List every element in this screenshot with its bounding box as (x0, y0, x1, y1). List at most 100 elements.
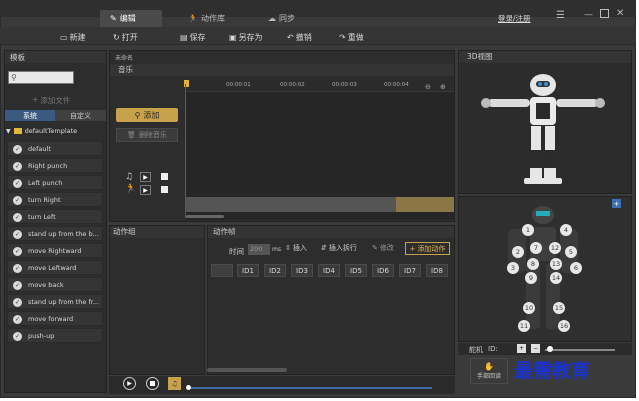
plus-icon: + (32, 95, 39, 104)
save-button[interactable]: ▤ 保存 (180, 31, 206, 43)
robot-3d-model[interactable] (478, 68, 608, 188)
plus-icon: + (409, 244, 416, 253)
insert-split-button[interactable]: ⇵ 插入拆行 (321, 243, 357, 253)
manual-readback-button[interactable]: ✋ 手部回读 (470, 358, 508, 384)
play-icon[interactable]: ▶ (123, 377, 136, 390)
modify-button[interactable]: ✎ 修改 (372, 243, 394, 253)
music-stop-icon[interactable] (161, 173, 168, 180)
progress-track[interactable] (188, 387, 432, 389)
save-icon: ▤ (180, 32, 188, 42)
servo-joint[interactable]: 13 (550, 258, 562, 270)
list-item[interactable]: ✓ turn Right (7, 192, 103, 207)
servo-joint[interactable]: 9 (525, 272, 537, 284)
insert-icon: ⇳ (285, 244, 291, 252)
servo-slider[interactable] (545, 349, 615, 351)
servo-slider-handle[interactable] (547, 346, 553, 352)
undo-icon: ↶ (287, 32, 294, 42)
zoom-out-icon[interactable]: ⊖ (425, 83, 431, 91)
check-icon: ✓ (13, 213, 22, 222)
add-music-button[interactable]: ⚲ 添加 (116, 108, 178, 122)
servo-joint[interactable]: 11 (518, 320, 530, 332)
close-icon[interactable]: ✕ (616, 8, 624, 19)
servo-minus-icon[interactable]: − (531, 344, 540, 353)
servo-joint[interactable]: 2 (512, 246, 524, 258)
list-item[interactable]: ✓ move Leftward (7, 260, 103, 275)
check-icon: ✓ (13, 298, 22, 307)
list-item[interactable]: ✓ move forward (7, 311, 103, 326)
open-button[interactable]: ↻ 打开 (113, 31, 138, 43)
id-column-header[interactable]: ID6 (372, 264, 394, 277)
tab-system[interactable]: 系统 (5, 110, 55, 121)
maximize-icon[interactable] (600, 9, 609, 18)
check-icon: ✓ (13, 281, 22, 290)
servo-joint[interactable]: 14 (550, 272, 562, 284)
toolbar (0, 27, 636, 45)
list-item[interactable]: ✓ move back (7, 277, 103, 292)
list-item[interactable]: ✓ push-up (7, 328, 103, 343)
add-file-button[interactable]: + 添加文件 (32, 95, 70, 106)
check-icon: ✓ (13, 264, 22, 273)
zoom-in-icon[interactable]: ⊕ (440, 83, 446, 91)
action-group-title: 动作组 (110, 226, 204, 238)
servo-joint[interactable]: 15 (553, 302, 565, 314)
tab-sync[interactable]: ☁ 同步 (258, 10, 310, 27)
list-item[interactable]: ✓ Left punch (7, 175, 103, 190)
folder-default-template[interactable]: ▼ defaultTemplate (6, 127, 77, 135)
list-item[interactable]: ✓ stand up from the fr... (7, 294, 103, 309)
check-icon: ✓ (13, 196, 22, 205)
servo-joint[interactable]: 12 (549, 242, 561, 254)
timeline-scrollbar[interactable] (186, 215, 224, 218)
delete-music-button[interactable]: 🗑 删除音乐 (116, 128, 178, 142)
list-item[interactable]: ✓ move Rightward (7, 243, 103, 258)
id-column-header[interactable]: ID4 (318, 264, 340, 277)
progress-handle[interactable] (186, 385, 191, 390)
pencil-icon: ✎ (372, 244, 378, 252)
id-column-header[interactable]: ID5 (345, 264, 367, 277)
time-input[interactable]: 200 (248, 244, 270, 255)
frame-scrollbar[interactable] (207, 368, 287, 372)
action-play-icon[interactable]: ▶ (140, 185, 151, 195)
tab-edit[interactable]: ✎ 编辑 (100, 10, 162, 27)
action-group-panel (109, 225, 205, 375)
list-item[interactable]: ✓ stand up from the b... (7, 226, 103, 241)
music-play-icon[interactable]: ▶ (140, 172, 151, 182)
servo-joint[interactable]: 6 (570, 262, 582, 274)
template-search-input[interactable]: ⚲ (8, 71, 74, 84)
stop-icon[interactable] (146, 377, 159, 390)
new-button[interactable]: ▭ 新建 (60, 31, 86, 43)
redo-button[interactable]: ↷ 重做 (339, 31, 364, 43)
tab-action-library[interactable]: 🏃 动作库 (178, 10, 244, 27)
id-column-header[interactable]: ID7 (399, 264, 421, 277)
servo-joint[interactable]: 4 (560, 224, 572, 236)
servo-joint[interactable]: 7 (530, 242, 542, 254)
id-column-header[interactable]: ID1 (237, 264, 259, 277)
id-column-header[interactable]: ID2 (264, 264, 286, 277)
list-item[interactable]: ✓ turn Left (7, 209, 103, 224)
login-link[interactable]: 登录/注册 (498, 13, 531, 24)
servo-joint[interactable]: 5 (565, 246, 577, 258)
servo-joint[interactable]: 8 (527, 258, 539, 270)
id-column-header[interactable]: ID8 (426, 264, 448, 277)
expand-icon[interactable]: + (612, 199, 621, 208)
action-stop-icon[interactable] (161, 186, 168, 193)
servo-joint[interactable]: 10 (523, 302, 535, 314)
servo-joint[interactable]: 1 (522, 224, 534, 236)
music-toggle-icon[interactable]: ♫ (168, 377, 181, 390)
minimize-icon[interactable]: — (584, 10, 593, 20)
add-action-button[interactable]: + 添加动作 (405, 242, 450, 255)
insert-button[interactable]: ⇳ 插入 (285, 243, 307, 253)
watermark: 最需教育 (514, 360, 591, 382)
servo-joint[interactable]: 3 (507, 262, 519, 274)
servo-joint[interactable]: 16 (558, 320, 570, 332)
playback-bar (109, 376, 455, 394)
undo-button[interactable]: ↶ 撤销 (287, 31, 312, 43)
servo-plus-icon[interactable]: + (517, 344, 526, 353)
list-item[interactable]: ✓ Right punch (7, 158, 103, 173)
time-unit: ms (272, 246, 281, 253)
list-item[interactable]: ✓ default (7, 141, 103, 156)
save-as-button[interactable]: ▣ 另存为 (229, 31, 263, 43)
settings-icon[interactable]: ☰ (556, 10, 565, 21)
hand-icon: ✋ (484, 362, 494, 371)
tab-custom[interactable]: 自定义 (55, 110, 106, 121)
id-column-header[interactable]: ID3 (291, 264, 313, 277)
